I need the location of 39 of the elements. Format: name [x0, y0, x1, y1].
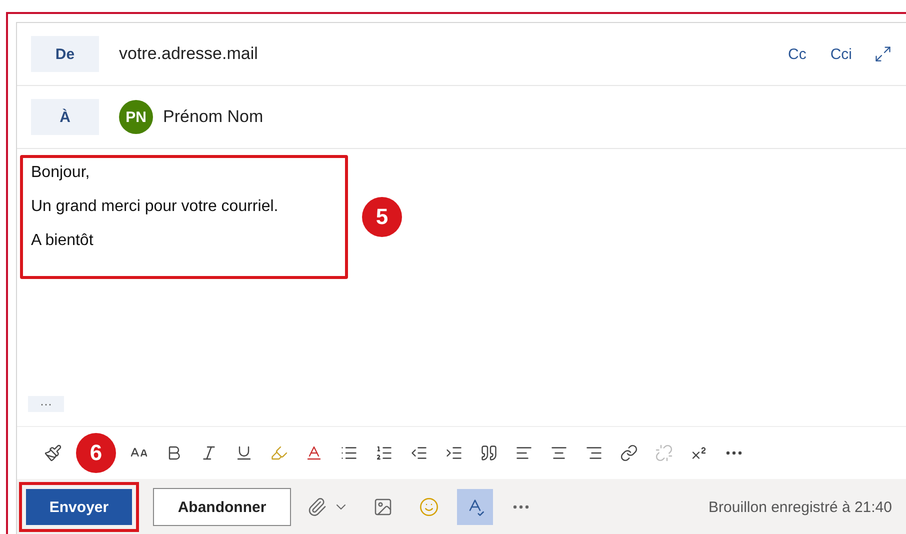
superscript-icon — [690, 444, 708, 462]
step-badge: 5 — [362, 197, 402, 237]
expand-icon[interactable] — [874, 45, 892, 63]
send-button[interactable]: Envoyer — [26, 489, 132, 525]
align-right-icon — [585, 444, 603, 462]
from-label: De — [31, 36, 99, 72]
quote-icon — [480, 444, 498, 462]
paperclip-icon — [307, 497, 327, 517]
image-icon — [373, 497, 393, 517]
more-icon — [513, 505, 529, 509]
more-icon — [726, 451, 742, 455]
body-text: Un grand merci pour votre courriel. — [31, 198, 280, 216]
italic-icon — [200, 444, 218, 462]
numbered-list-icon — [375, 444, 393, 462]
discard-button[interactable]: Abandonner — [153, 488, 291, 526]
link-icon — [620, 444, 638, 462]
highlighter-icon — [270, 444, 288, 462]
unlink-icon — [655, 444, 673, 462]
draft-status: Brouillon enregistré à 21:40 — [708, 498, 892, 516]
align-center-icon — [550, 444, 568, 462]
from-address: votre.adresse.mail — [119, 44, 259, 64]
underline-icon — [235, 444, 253, 462]
step-badge: 6 — [76, 433, 116, 473]
smiley-icon — [419, 497, 439, 517]
align-left-icon — [515, 444, 533, 462]
outdent-icon — [410, 444, 428, 462]
paintbrush-icon — [44, 444, 62, 462]
indent-icon — [445, 444, 463, 462]
font-color-icon — [305, 444, 323, 462]
to-label: À — [31, 99, 99, 135]
body-text: A bientôt — [31, 232, 94, 250]
avatar: PN — [119, 100, 153, 134]
show-more-button[interactable]: ··· — [28, 396, 64, 412]
recipient-name[interactable]: Prénom Nom — [163, 107, 264, 127]
cc-link[interactable]: Cc — [786, 44, 808, 64]
spellcheck-button[interactable] — [457, 489, 493, 525]
bcc-link[interactable]: Cci — [828, 44, 854, 64]
body-text: Bonjour, — [31, 164, 91, 182]
bullet-list-icon — [340, 444, 358, 462]
